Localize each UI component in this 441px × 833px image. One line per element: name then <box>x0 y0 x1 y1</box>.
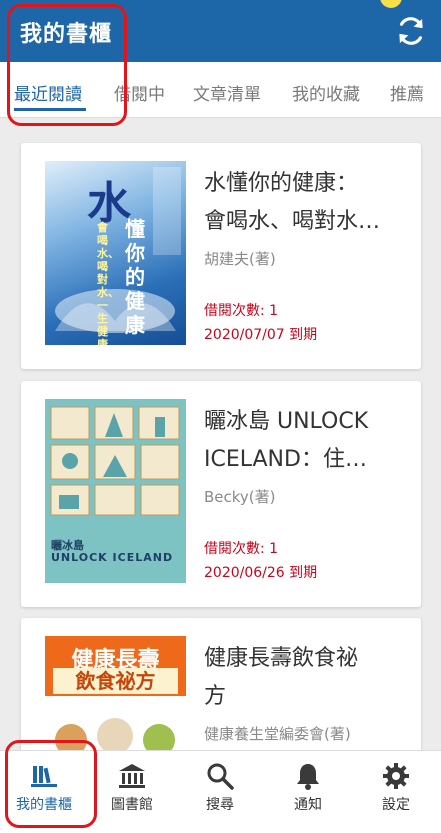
nav-search[interactable]: 搜尋 <box>176 751 264 833</box>
book-card[interactable]: 水 懂你的健康 會喝水、喝對水、一生健康 水懂你的健康： 會喝水、喝對水… 胡建… <box>21 143 421 369</box>
cover-title-en: UNLOCK ICELAND <box>51 551 174 564</box>
highlight-box <box>5 740 97 828</box>
library-icon <box>119 764 145 788</box>
tab-recommend[interactable]: 推薦 <box>390 80 424 105</box>
nav-label: 搜尋 <box>206 797 234 813</box>
book-author: Becky(著) <box>204 488 276 506</box>
book-title-line: 方 <box>204 684 227 709</box>
notification-dot <box>380 0 402 8</box>
book-list[interactable]: 水 懂你的健康 會喝水、喝對水、一生健康 水懂你的健康： 會喝水、喝對水… 胡建… <box>0 118 441 750</box>
cover-subtitle: 懂你的健康 <box>125 217 145 337</box>
book-cover[interactable]: 曬冰島 UNLOCK ICELAND <box>45 399 186 583</box>
nav-label: 設定 <box>382 797 410 813</box>
gear-icon <box>383 763 409 789</box>
highlight-box <box>7 4 127 126</box>
book-title[interactable]: 曬冰島 UNLOCK ICELAND：住… <box>204 403 409 479</box>
book-card[interactable]: 曬冰島 UNLOCK ICELAND 曬冰島 UNLOCK ICELAND：住…… <box>21 381 421 607</box>
search-icon <box>207 763 234 790</box>
book-title-line: 曬冰島 UNLOCK <box>204 409 369 434</box>
book-cover[interactable]: 水 懂你的健康 會喝水、喝對水、一生健康 <box>45 161 186 345</box>
tab-my-favorites[interactable]: 我的收藏 <box>292 80 360 105</box>
due-date: 2020/06/26 到期 <box>204 565 318 581</box>
book-title[interactable]: 水懂你的健康： 會喝水、喝對水… <box>204 165 409 241</box>
book-title-line: 水懂你的健康： <box>204 171 359 196</box>
nav-library[interactable]: 圖書館 <box>88 751 176 833</box>
tab-article-list[interactable]: 文章清單 <box>193 80 261 105</box>
nav-notifications[interactable]: 通知 <box>264 751 352 833</box>
book-title[interactable]: 健康長壽飲食祕 方 <box>204 640 409 716</box>
nav-settings[interactable]: 設定 <box>352 751 440 833</box>
book-author: 胡建夫(著) <box>204 250 276 268</box>
book-title-line: ICELAND：住… <box>204 447 367 472</box>
food-photos <box>55 718 175 750</box>
book-author: 健康養生堂編委會(著) <box>204 725 351 743</box>
borrow-count: 借閱次數: 1 <box>204 303 279 319</box>
borrow-count: 借閱次數: 1 <box>204 541 279 557</box>
nav-label: 通知 <box>294 797 322 813</box>
book-title-line: 會喝水、喝對水… <box>204 209 381 234</box>
bell-icon <box>297 764 319 790</box>
cover-tagline: 會喝水、喝對水、一生健康 <box>97 221 119 345</box>
book-card[interactable]: 健康長壽 飲食祕方 健康長壽飲食祕 方 健康養生堂編委會(著) <box>21 618 421 750</box>
due-date: 2020/07/07 到期 <box>204 327 318 343</box>
book-title-line: 健康長壽飲食祕 <box>204 646 359 671</box>
nav-label: 圖書館 <box>111 797 153 813</box>
refresh-icon[interactable] <box>394 14 428 48</box>
book-cover[interactable]: 健康長壽 飲食祕方 <box>45 636 186 750</box>
